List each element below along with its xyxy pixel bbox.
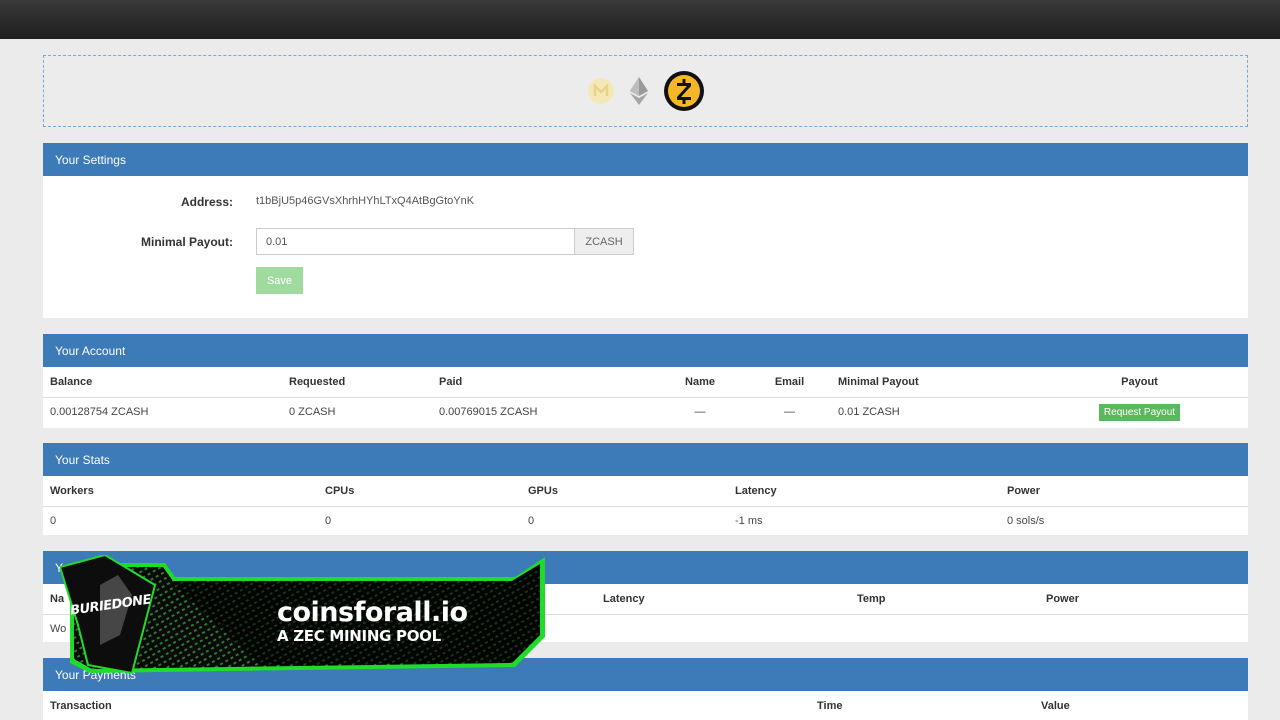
empty-cell bbox=[850, 614, 1039, 644]
stats-panel: Your Stats Workers CPUs GPUs Latency Pow… bbox=[43, 443, 1248, 535]
coin-selector bbox=[43, 55, 1248, 127]
empty-cell bbox=[1039, 614, 1248, 644]
account-table: Balance Requested Paid Name Email Minima… bbox=[43, 367, 1248, 427]
col-payout: Payout bbox=[1031, 367, 1248, 398]
top-navbar bbox=[0, 0, 1280, 39]
address-label: Address: bbox=[180, 195, 233, 209]
col-balance: Balance bbox=[43, 367, 282, 398]
name-value: — bbox=[694, 406, 706, 419]
col-gpus: GPUs bbox=[521, 476, 728, 507]
col-minimal-payout: Minimal Payout bbox=[831, 367, 1031, 398]
stats-table: Workers CPUs GPUs Latency Power 0 0 0 -1… bbox=[43, 476, 1248, 536]
overlay-tagline: A ZEC MINING POOL bbox=[277, 627, 441, 645]
col-worker-temp: Temp bbox=[850, 584, 1039, 615]
requested-value: 0 ZCASH bbox=[289, 406, 336, 419]
power-value: 0 sols/s bbox=[1007, 515, 1045, 528]
overlay-site-name: coinsforall.io bbox=[277, 597, 468, 628]
save-button[interactable]: Save bbox=[256, 267, 303, 294]
col-latency: Latency bbox=[728, 476, 1000, 507]
request-payout-button[interactable]: Request Payout bbox=[1098, 403, 1181, 421]
col-worker-latency: Latency bbox=[596, 584, 850, 615]
table-row: 0 0 0 -1 ms 0 sols/s bbox=[43, 506, 1248, 536]
minimal-payout-label: Minimal Payout: bbox=[140, 235, 233, 249]
address-value: t1bBjU5p46GVsXhrhHYhLTxQ4AtBgGtoYnK bbox=[256, 195, 475, 207]
paid-value: 0.00769015 ZCASH bbox=[439, 406, 538, 419]
ethereum-coin-icon[interactable] bbox=[629, 76, 649, 106]
minimal-payout-value: 0.01 ZCASH bbox=[838, 406, 900, 419]
col-worker-power: Power bbox=[1039, 584, 1248, 615]
col-workers: Workers bbox=[43, 476, 318, 507]
col-transaction: Transaction bbox=[43, 691, 810, 720]
zcash-coin-icon[interactable] bbox=[663, 70, 705, 112]
account-panel: Your Account Balance Requested Paid Name… bbox=[43, 334, 1248, 428]
latency-value: -1 ms bbox=[735, 515, 763, 528]
stats-panel-title: Your Stats bbox=[43, 443, 1248, 476]
col-requested: Requested bbox=[282, 367, 432, 398]
col-name: Name bbox=[652, 367, 748, 398]
table-row: 0.00128754 ZCASH 0 ZCASH 0.00769015 ZCAS… bbox=[43, 397, 1248, 427]
col-paid: Paid bbox=[432, 367, 652, 398]
cpus-value: 0 bbox=[325, 515, 332, 528]
col-time: Time bbox=[810, 691, 1034, 720]
gpus-value: 0 bbox=[528, 515, 535, 528]
currency-addon: ZCASH bbox=[575, 228, 634, 255]
settings-panel-title: Your Settings bbox=[43, 143, 1248, 176]
minimal-payout-input[interactable] bbox=[256, 228, 575, 255]
minimal-payout-group: ZCASH bbox=[256, 228, 634, 255]
col-power: Power bbox=[1000, 476, 1248, 507]
settings-panel: Your Settings Address: t1bBjU5p46GVsXhrh… bbox=[43, 143, 1248, 318]
payout-cell: Request Payout bbox=[1031, 397, 1248, 427]
col-value: Value bbox=[1034, 691, 1248, 720]
col-cpus: CPUs bbox=[318, 476, 521, 507]
email-value: — bbox=[784, 406, 795, 419]
monero-coin-icon[interactable] bbox=[587, 77, 615, 105]
empty-cell bbox=[596, 614, 850, 644]
col-email: Email bbox=[748, 367, 831, 398]
workers-value: 0 bbox=[50, 515, 57, 528]
payments-table: Transaction Time Value bbox=[43, 691, 1248, 720]
account-panel-title: Your Account bbox=[43, 334, 1248, 367]
balance-value: 0.00128754 ZCASH bbox=[50, 406, 149, 419]
